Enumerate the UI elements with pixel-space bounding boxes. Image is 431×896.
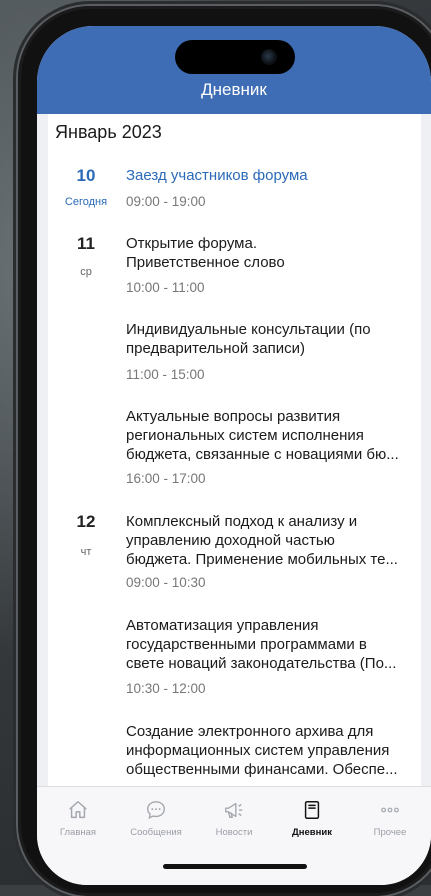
event-time: 16:00 - 17:00 bbox=[126, 471, 206, 486]
camera-icon bbox=[261, 49, 277, 65]
more-icon bbox=[381, 807, 399, 813]
event-title: Открытие форума. Приветственное слово bbox=[126, 235, 285, 271]
event-time: 10:30 - 12:00 bbox=[126, 681, 206, 696]
home-icon bbox=[69, 801, 87, 819]
tab-more[interactable]: Прочее bbox=[351, 799, 429, 838]
dynamic-island bbox=[175, 40, 295, 74]
day-number: 11 bbox=[77, 234, 95, 253]
event-time: 11:00 - 15:00 bbox=[126, 367, 205, 382]
diary-list[interactable] bbox=[48, 114, 421, 814]
day-number: 12 bbox=[76, 512, 96, 531]
event-title: Комплексный подход к анализу и управлени… bbox=[126, 513, 398, 568]
day-weekday: ср bbox=[80, 266, 92, 278]
tab-bar: Главная Сообщения Новости Дневник Прочее bbox=[37, 786, 431, 885]
tab-label: Дневник bbox=[292, 827, 332, 838]
event-time: 10:00 - 11:00 bbox=[126, 280, 205, 295]
tab-label: Сообщения bbox=[130, 827, 182, 838]
notebook-icon bbox=[304, 801, 320, 819]
tab-news[interactable]: Новости bbox=[195, 799, 273, 838]
tab-home[interactable]: Главная bbox=[39, 799, 117, 838]
day-weekday: Сегодня bbox=[64, 196, 108, 208]
event-title: Заезд участников форума bbox=[126, 167, 308, 184]
tab-messages[interactable]: Сообщения bbox=[117, 799, 195, 838]
event-title: Автоматизация управления государственным… bbox=[126, 617, 397, 672]
month-heading: Январь 2023 bbox=[55, 122, 162, 142]
chat-icon bbox=[147, 801, 165, 819]
tab-label: Главная bbox=[59, 827, 97, 838]
event-title: Индивидуальные консультации (по предвари… bbox=[126, 321, 371, 357]
tab-diary[interactable]: Дневник bbox=[273, 799, 351, 838]
app-screen: Дневник Январь 2023 10 Сегодня Заезд уча… bbox=[37, 26, 431, 885]
page-title: Дневник bbox=[201, 80, 267, 99]
home-indicator[interactable] bbox=[163, 864, 307, 869]
header-bar: Дневник bbox=[37, 26, 431, 114]
event-time: 09:00 - 10:30 bbox=[126, 575, 206, 590]
megaphone-icon bbox=[225, 802, 243, 819]
event-title: Создание электронного архива для информа… bbox=[126, 723, 398, 778]
event-time: 09:00 - 19:00 bbox=[126, 194, 206, 209]
event-title: Актуальные вопросы развития региональных… bbox=[126, 408, 399, 463]
day-number: 10 bbox=[76, 166, 96, 185]
day-weekday: чт bbox=[80, 546, 92, 558]
tab-label: Прочее bbox=[373, 827, 407, 838]
tab-label: Новости bbox=[215, 827, 253, 838]
